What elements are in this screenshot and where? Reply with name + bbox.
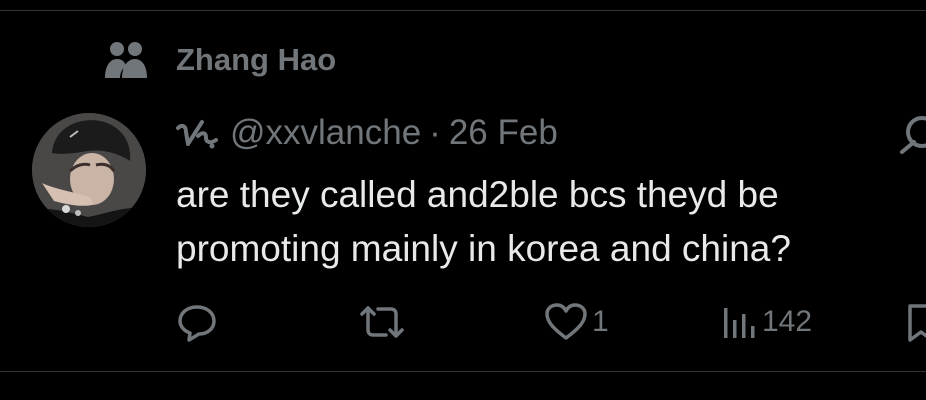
user-handle[interactable]: @xxvlanche — [230, 113, 421, 153]
tweet-text: are they called and2ble bcs theyd be pro… — [176, 174, 791, 269]
grok-icon[interactable] — [898, 112, 926, 156]
views-count: 142 — [762, 305, 813, 338]
reply-button[interactable] — [177, 300, 221, 344]
tweet-header: @xxvlanche · 26 Feb — [176, 108, 558, 158]
tweet-date[interactable]: 26 Feb — [449, 113, 558, 153]
community-icon — [105, 42, 147, 78]
avatar-image — [32, 113, 146, 227]
community-name[interactable]: Zhang Hao — [176, 42, 336, 78]
tweet-actions: 1 142 — [0, 300, 926, 344]
views-icon — [724, 308, 755, 338]
reply-icon — [178, 305, 216, 342]
retweet-button[interactable] — [358, 300, 410, 344]
heart-icon — [545, 303, 587, 340]
retweet-icon — [360, 306, 404, 338]
like-button[interactable]: 1 — [544, 300, 609, 344]
community-context[interactable]: Zhang Hao — [104, 40, 336, 80]
user-badge-icon — [176, 120, 218, 149]
bookmark-button[interactable] — [906, 300, 926, 344]
views-button[interactable]: 142 — [722, 300, 812, 344]
bookmark-icon — [908, 304, 926, 342]
like-count: 1 — [592, 305, 609, 338]
avatar[interactable] — [32, 113, 146, 227]
bottom-divider — [0, 371, 926, 372]
header-separator: · — [429, 113, 441, 152]
top-divider — [0, 10, 926, 11]
